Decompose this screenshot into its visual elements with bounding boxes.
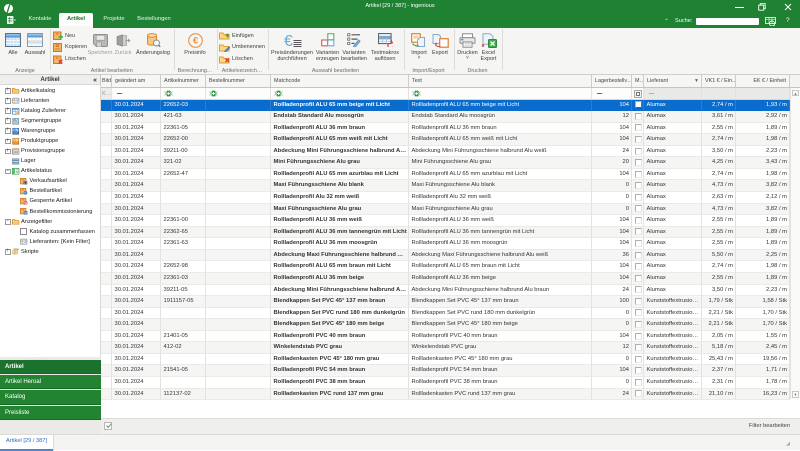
svg-text:€: € bbox=[192, 35, 198, 46]
svg-text:€: € bbox=[284, 33, 293, 48]
